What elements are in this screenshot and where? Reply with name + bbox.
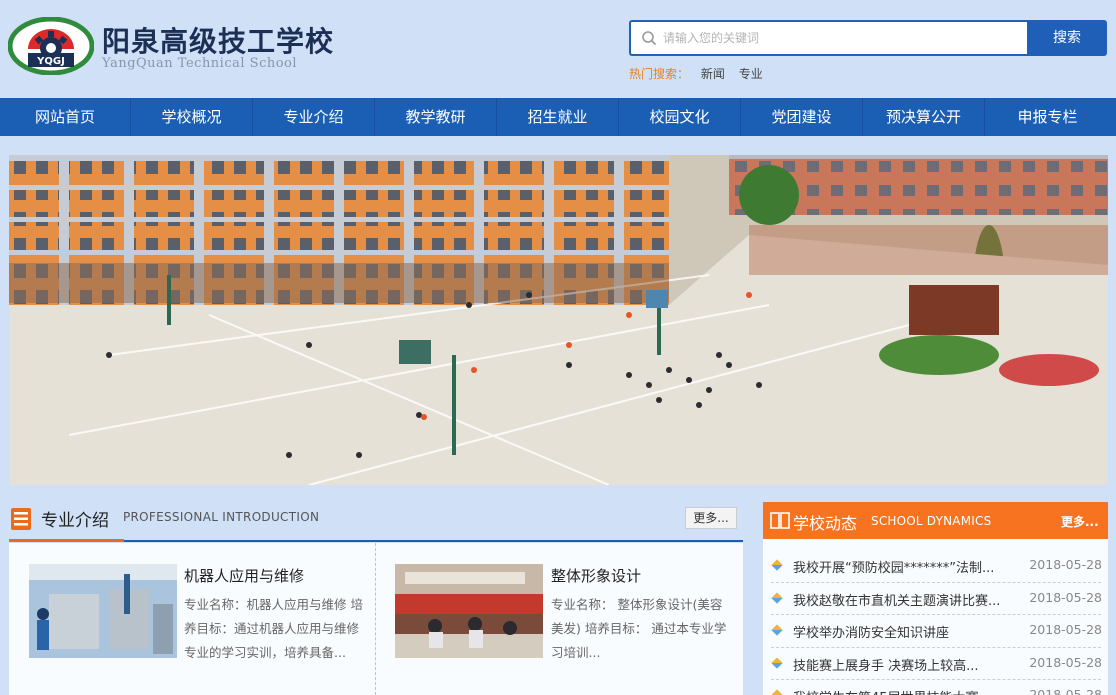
nav-item-declaration[interactable]: 申报专栏 xyxy=(985,98,1110,136)
news-date: 2018-05-28 xyxy=(1029,557,1102,572)
main-nav: 网站首页 学校概况 专业介绍 教学教研 招生就业 校园文化 党团建设 预决算公开… xyxy=(0,98,1116,136)
school-dynamics-section: 学校动态 SCHOOL DYNAMICS 更多... 我校开展“预防校园****… xyxy=(763,502,1108,695)
nav-item-home[interactable]: 网站首页 xyxy=(0,98,131,136)
professional-header: 专业介绍 PROFESSIONAL INTRODUCTION 更多... xyxy=(9,500,743,542)
diamond-bullet-icon xyxy=(771,656,783,669)
professional-active-bar xyxy=(9,539,124,542)
hot-search-link-news[interactable]: 新闻 xyxy=(701,67,725,81)
professional-title: 专业介绍 xyxy=(41,511,109,531)
news-date: 2018-05-28 xyxy=(1029,654,1102,670)
professional-subtitle: PROFESSIONAL INTRODUCTION xyxy=(123,510,320,524)
list-item[interactable]: 技能赛上展身手 决赛场上较高... 2018-05-28 xyxy=(771,648,1102,680)
hot-search-link-major[interactable]: 专业 xyxy=(739,67,763,81)
search-box xyxy=(629,20,1028,56)
book-icon xyxy=(770,512,790,529)
nav-item-majors[interactable]: 专业介绍 xyxy=(253,98,375,136)
site-header: YQGJ 阳泉高级技工学校 YangQuan Technical School … xyxy=(0,0,1116,98)
news-title[interactable]: 技能赛上展身手 决赛场上较高... xyxy=(793,655,1019,674)
search-button[interactable]: 搜索 xyxy=(1027,20,1107,56)
svg-text:YQGJ: YQGJ xyxy=(36,56,65,67)
nav-item-campus-culture[interactable]: 校园文化 xyxy=(619,98,741,136)
diamond-bullet-icon xyxy=(771,624,783,636)
news-title[interactable]: 我校开展“预防校园*******”法制... xyxy=(793,557,1019,576)
school-name-english: YangQuan Technical School xyxy=(102,56,298,71)
diamond-bullet-icon xyxy=(771,689,783,695)
search-icon xyxy=(641,30,657,46)
diamond-bullet-icon xyxy=(771,559,783,571)
professional-card[interactable]: 整体形象设计 专业名称： 整体形象设计(美容美发) 培养目标： 通过本专业学习培… xyxy=(376,543,743,695)
list-icon xyxy=(11,508,31,530)
professional-section: 专业介绍 PROFESSIONAL INTRODUCTION 更多... 机器人… xyxy=(9,500,743,695)
image-design-major-image[interactable] xyxy=(395,564,543,658)
dynamics-header: 学校动态 SCHOOL DYNAMICS 更多... xyxy=(763,502,1108,539)
hot-search: 热门搜索： 新闻 专业 xyxy=(629,65,773,82)
nav-item-admission[interactable]: 招生就业 xyxy=(497,98,619,136)
robot-major-image[interactable] xyxy=(29,564,177,658)
list-item[interactable]: 我校开展“预防校园*******”法制... 2018-05-28 xyxy=(771,550,1102,583)
news-date: 2018-05-28 xyxy=(1029,687,1102,695)
nav-item-budget[interactable]: 预决算公开 xyxy=(863,98,985,136)
search-input[interactable] xyxy=(663,22,1023,54)
professional-more-button[interactable]: 更多... xyxy=(685,507,737,529)
nav-item-overview[interactable]: 学校概况 xyxy=(131,98,253,136)
list-item[interactable]: 学校举办消防安全知识讲座 2018-05-28 xyxy=(771,615,1102,648)
news-title[interactable]: 我校学生在第45届世界技能大赛... xyxy=(793,687,1019,695)
professional-list: 机器人应用与维修 专业名称：机器人应用与维修 培养目标：通过机器人应用与维修专业… xyxy=(9,543,743,695)
school-name: 阳泉高级技工学校 xyxy=(102,25,335,58)
professional-item-desc: 专业名称： 整体形象设计(美容美发) 培养目标： 通过本专业学习培训... xyxy=(551,597,727,660)
list-item[interactable]: 我校赵敬在市直机关主题演讲比赛... 2018-05-28 xyxy=(771,583,1102,615)
news-title[interactable]: 学校举办消防安全知识讲座 xyxy=(793,622,1019,641)
diamond-bullet-icon xyxy=(771,591,783,604)
hot-search-label: 热门搜索： xyxy=(629,67,690,81)
news-title[interactable]: 我校赵敬在市直机关主题演讲比赛... xyxy=(793,590,1019,609)
dynamics-subtitle: SCHOOL DYNAMICS xyxy=(871,514,992,528)
list-item[interactable]: 我校学生在第45届世界技能大赛... 2018-05-28 xyxy=(771,680,1102,695)
school-logo[interactable]: YQGJ xyxy=(7,16,95,76)
professional-item-title[interactable]: 整体形象设计 xyxy=(551,565,641,586)
dynamics-list: 我校开展“预防校园*******”法制... 2018-05-28 我校赵敬在市… xyxy=(771,550,1102,695)
dynamics-more-link[interactable]: 更多... xyxy=(1061,513,1099,530)
professional-card[interactable]: 机器人应用与维修 专业名称：机器人应用与维修 培养目标：通过机器人应用与维修专业… xyxy=(9,543,376,695)
news-date: 2018-05-28 xyxy=(1029,622,1102,637)
news-date: 2018-05-28 xyxy=(1029,589,1102,605)
dynamics-title: 学校动态 xyxy=(793,514,858,533)
campus-banner-image[interactable] xyxy=(9,155,1108,485)
nav-item-party[interactable]: 党团建设 xyxy=(741,98,863,136)
professional-item-desc: 专业名称：机器人应用与维修 培养目标：通过机器人应用与维修专业的学习实训，培养具… xyxy=(184,597,363,660)
nav-item-teaching[interactable]: 教学教研 xyxy=(375,98,497,136)
professional-item-title[interactable]: 机器人应用与维修 xyxy=(184,565,304,586)
